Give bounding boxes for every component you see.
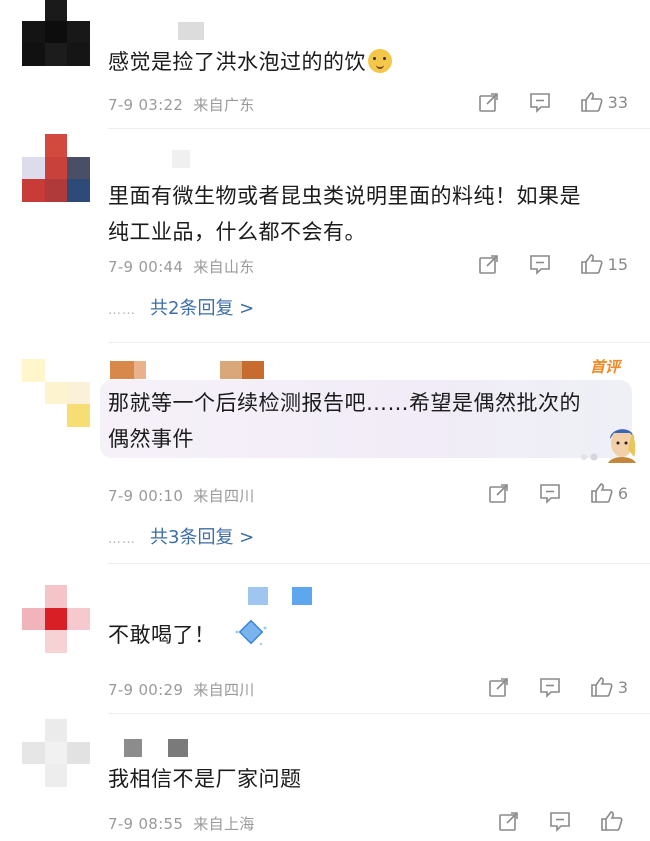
comment-icon	[529, 255, 550, 275]
username-censored[interactable]	[110, 150, 190, 168]
thumbs-up-icon	[580, 254, 603, 274]
comment-2: 里面有微生物或者昆虫类说明里面的料纯！如果是 纯工业品，什么都不会有。 7-9 …	[0, 130, 650, 345]
avatar[interactable]	[22, 134, 90, 202]
username-censored[interactable]	[110, 739, 188, 757]
like-button[interactable]: 6	[590, 481, 628, 505]
comment-date: 7-9 00:29	[108, 681, 184, 699]
like-count: 6	[617, 483, 628, 503]
comment-text: 感觉是捡了洪水泡过的的饮	[108, 44, 392, 80]
comment-date: 7-9 00:44	[108, 258, 184, 276]
divider	[108, 342, 650, 343]
comment-5: 我相信不是厂家问题 7-9 08:55 来自上海	[0, 715, 650, 841]
comment-4: 不敢喝了！ 7-9 00:29 来自四川 3	[0, 565, 650, 715]
share-button[interactable]	[498, 810, 520, 832]
thumbs-up-icon	[601, 811, 623, 831]
comment-text: 里面有微生物或者昆虫类说明里面的料纯！如果是 纯工业品，什么都不会有。	[108, 184, 581, 244]
girl-with-pearl-earring-sticker-icon	[581, 429, 636, 463]
share-button[interactable]	[488, 482, 510, 504]
username-censored[interactable]	[110, 587, 312, 605]
comment-button[interactable]	[538, 482, 562, 504]
avatar[interactable]	[22, 359, 90, 427]
avatar[interactable]	[22, 719, 90, 787]
comment-meta: 7-9 00:10 来自四川	[108, 485, 255, 506]
comment-actions: 33	[478, 90, 628, 114]
comment-meta: 7-9 08:55 来自上海	[108, 813, 255, 834]
comment-actions: 15	[478, 252, 628, 276]
view-replies-link[interactable]: …… 共3条回复 >	[108, 523, 254, 549]
comment-button[interactable]	[538, 676, 562, 698]
thumbs-up-icon	[580, 92, 603, 112]
like-button[interactable]: 3	[590, 675, 628, 699]
comment-date: 7-9 03:22	[108, 96, 184, 114]
comment-text: 那就等一个后续检测报告吧……希望是偶然批次的 偶然事件	[108, 391, 581, 451]
avatar[interactable]	[22, 0, 90, 66]
username-censored[interactable]	[110, 22, 204, 40]
comment-icon	[540, 678, 560, 698]
like-count: 15	[607, 254, 628, 274]
divider	[108, 128, 650, 129]
comment-actions: 3	[488, 675, 628, 699]
comment-meta: 7-9 03:22 来自广东	[108, 94, 255, 115]
share-icon	[489, 484, 508, 503]
share-icon	[499, 812, 518, 831]
like-button[interactable]: 33	[580, 90, 628, 114]
share-icon	[489, 678, 508, 697]
comment-button[interactable]	[528, 253, 552, 275]
comment-location: 来自山东	[193, 258, 255, 276]
like-button[interactable]: 15	[580, 252, 628, 276]
comment-button[interactable]	[548, 810, 572, 832]
comment-icon	[550, 812, 570, 832]
sparkle-diamond-icon	[235, 619, 267, 646]
comment-icon	[529, 93, 550, 113]
comment-actions	[498, 809, 624, 833]
like-count: 33	[607, 92, 628, 112]
thumbs-up-icon	[591, 677, 613, 697]
divider	[108, 713, 650, 714]
comment-date: 7-9 00:10	[108, 487, 184, 505]
comment-actions: 6	[488, 481, 628, 505]
comment-date: 7-9 08:55	[108, 815, 184, 833]
comment-3: 那就等一个后续检测报告吧……希望是偶然批次的 偶然事件 7-9 00:10 来自…	[0, 345, 650, 565]
thumbs-up-icon	[591, 483, 613, 503]
comment-location: 来自四川	[193, 681, 255, 699]
comment-text: 我相信不是厂家问题	[108, 767, 302, 791]
share-button[interactable]	[478, 253, 500, 275]
comment-icon	[540, 484, 560, 504]
comment-meta: 7-9 00:29 来自四川	[108, 679, 255, 700]
like-count: 3	[617, 677, 628, 697]
comment-1: 感觉是捡了洪水泡过的的饮 7-9 03:22 来自广东 33	[0, 0, 650, 130]
like-button[interactable]	[600, 809, 624, 833]
view-replies-link[interactable]: …… 共2条回复 >	[108, 294, 254, 320]
username-censored[interactable]	[110, 361, 264, 379]
share-button[interactable]	[488, 676, 510, 698]
comment-meta: 7-9 00:44 来自山东	[108, 256, 255, 277]
comment-location: 来自上海	[193, 815, 255, 833]
share-icon	[478, 93, 498, 112]
share-icon	[478, 255, 498, 274]
comment-location: 来自广东	[193, 96, 255, 114]
divider	[108, 563, 650, 564]
avatar[interactable]	[22, 585, 90, 653]
share-button[interactable]	[478, 91, 500, 113]
comment-location: 来自四川	[193, 487, 255, 505]
comment-button[interactable]	[528, 91, 552, 113]
comment-text: 不敢喝了！	[108, 617, 271, 653]
doge-emoji-icon	[368, 49, 392, 73]
